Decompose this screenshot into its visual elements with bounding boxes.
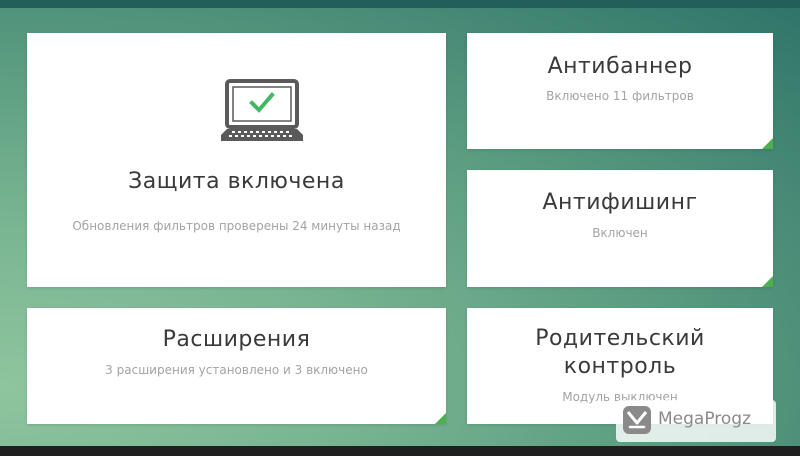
laptop-check-icon (221, 79, 303, 141)
megaprogz-logo-icon (623, 406, 651, 434)
extensions-card[interactable]: Расширения 3 расширения установлено и 3 … (27, 308, 446, 424)
corner-triangle-icon (762, 276, 773, 287)
extensions-subtitle: 3 расширения установлено и 3 включено (105, 363, 368, 377)
watermark-text: MegaProgz (658, 409, 752, 429)
extensions-title: Расширения (162, 327, 311, 352)
protection-subtitle: Обновления фильтров проверены 24 минуты … (72, 219, 401, 233)
antibanner-card[interactable]: Антибаннер Включено 11 фильтров (467, 33, 773, 149)
parental-title: Родительский контроль (487, 325, 753, 381)
antibanner-subtitle: Включено 11 фильтров (546, 89, 694, 103)
corner-triangle-icon (762, 138, 773, 149)
antiphishing-title: Антифишинг (542, 190, 698, 215)
protection-status-card[interactable]: Защита включена Обновления фильтров пров… (27, 33, 446, 287)
watermark: MegaProgz (616, 400, 776, 442)
top-bar (0, 0, 800, 8)
bottom-bar (0, 446, 800, 456)
corner-triangle-icon (435, 413, 446, 424)
antiphishing-card[interactable]: Антифишинг Включен (467, 170, 773, 287)
antibanner-title: Антибаннер (547, 54, 693, 79)
app-window: Защита включена Обновления фильтров пров… (0, 0, 800, 456)
antiphishing-subtitle: Включен (592, 226, 648, 240)
parental-title-line2: контроль (563, 354, 677, 379)
parental-title-line1: Родительский (535, 326, 705, 351)
protection-title: Защита включена (128, 169, 345, 194)
